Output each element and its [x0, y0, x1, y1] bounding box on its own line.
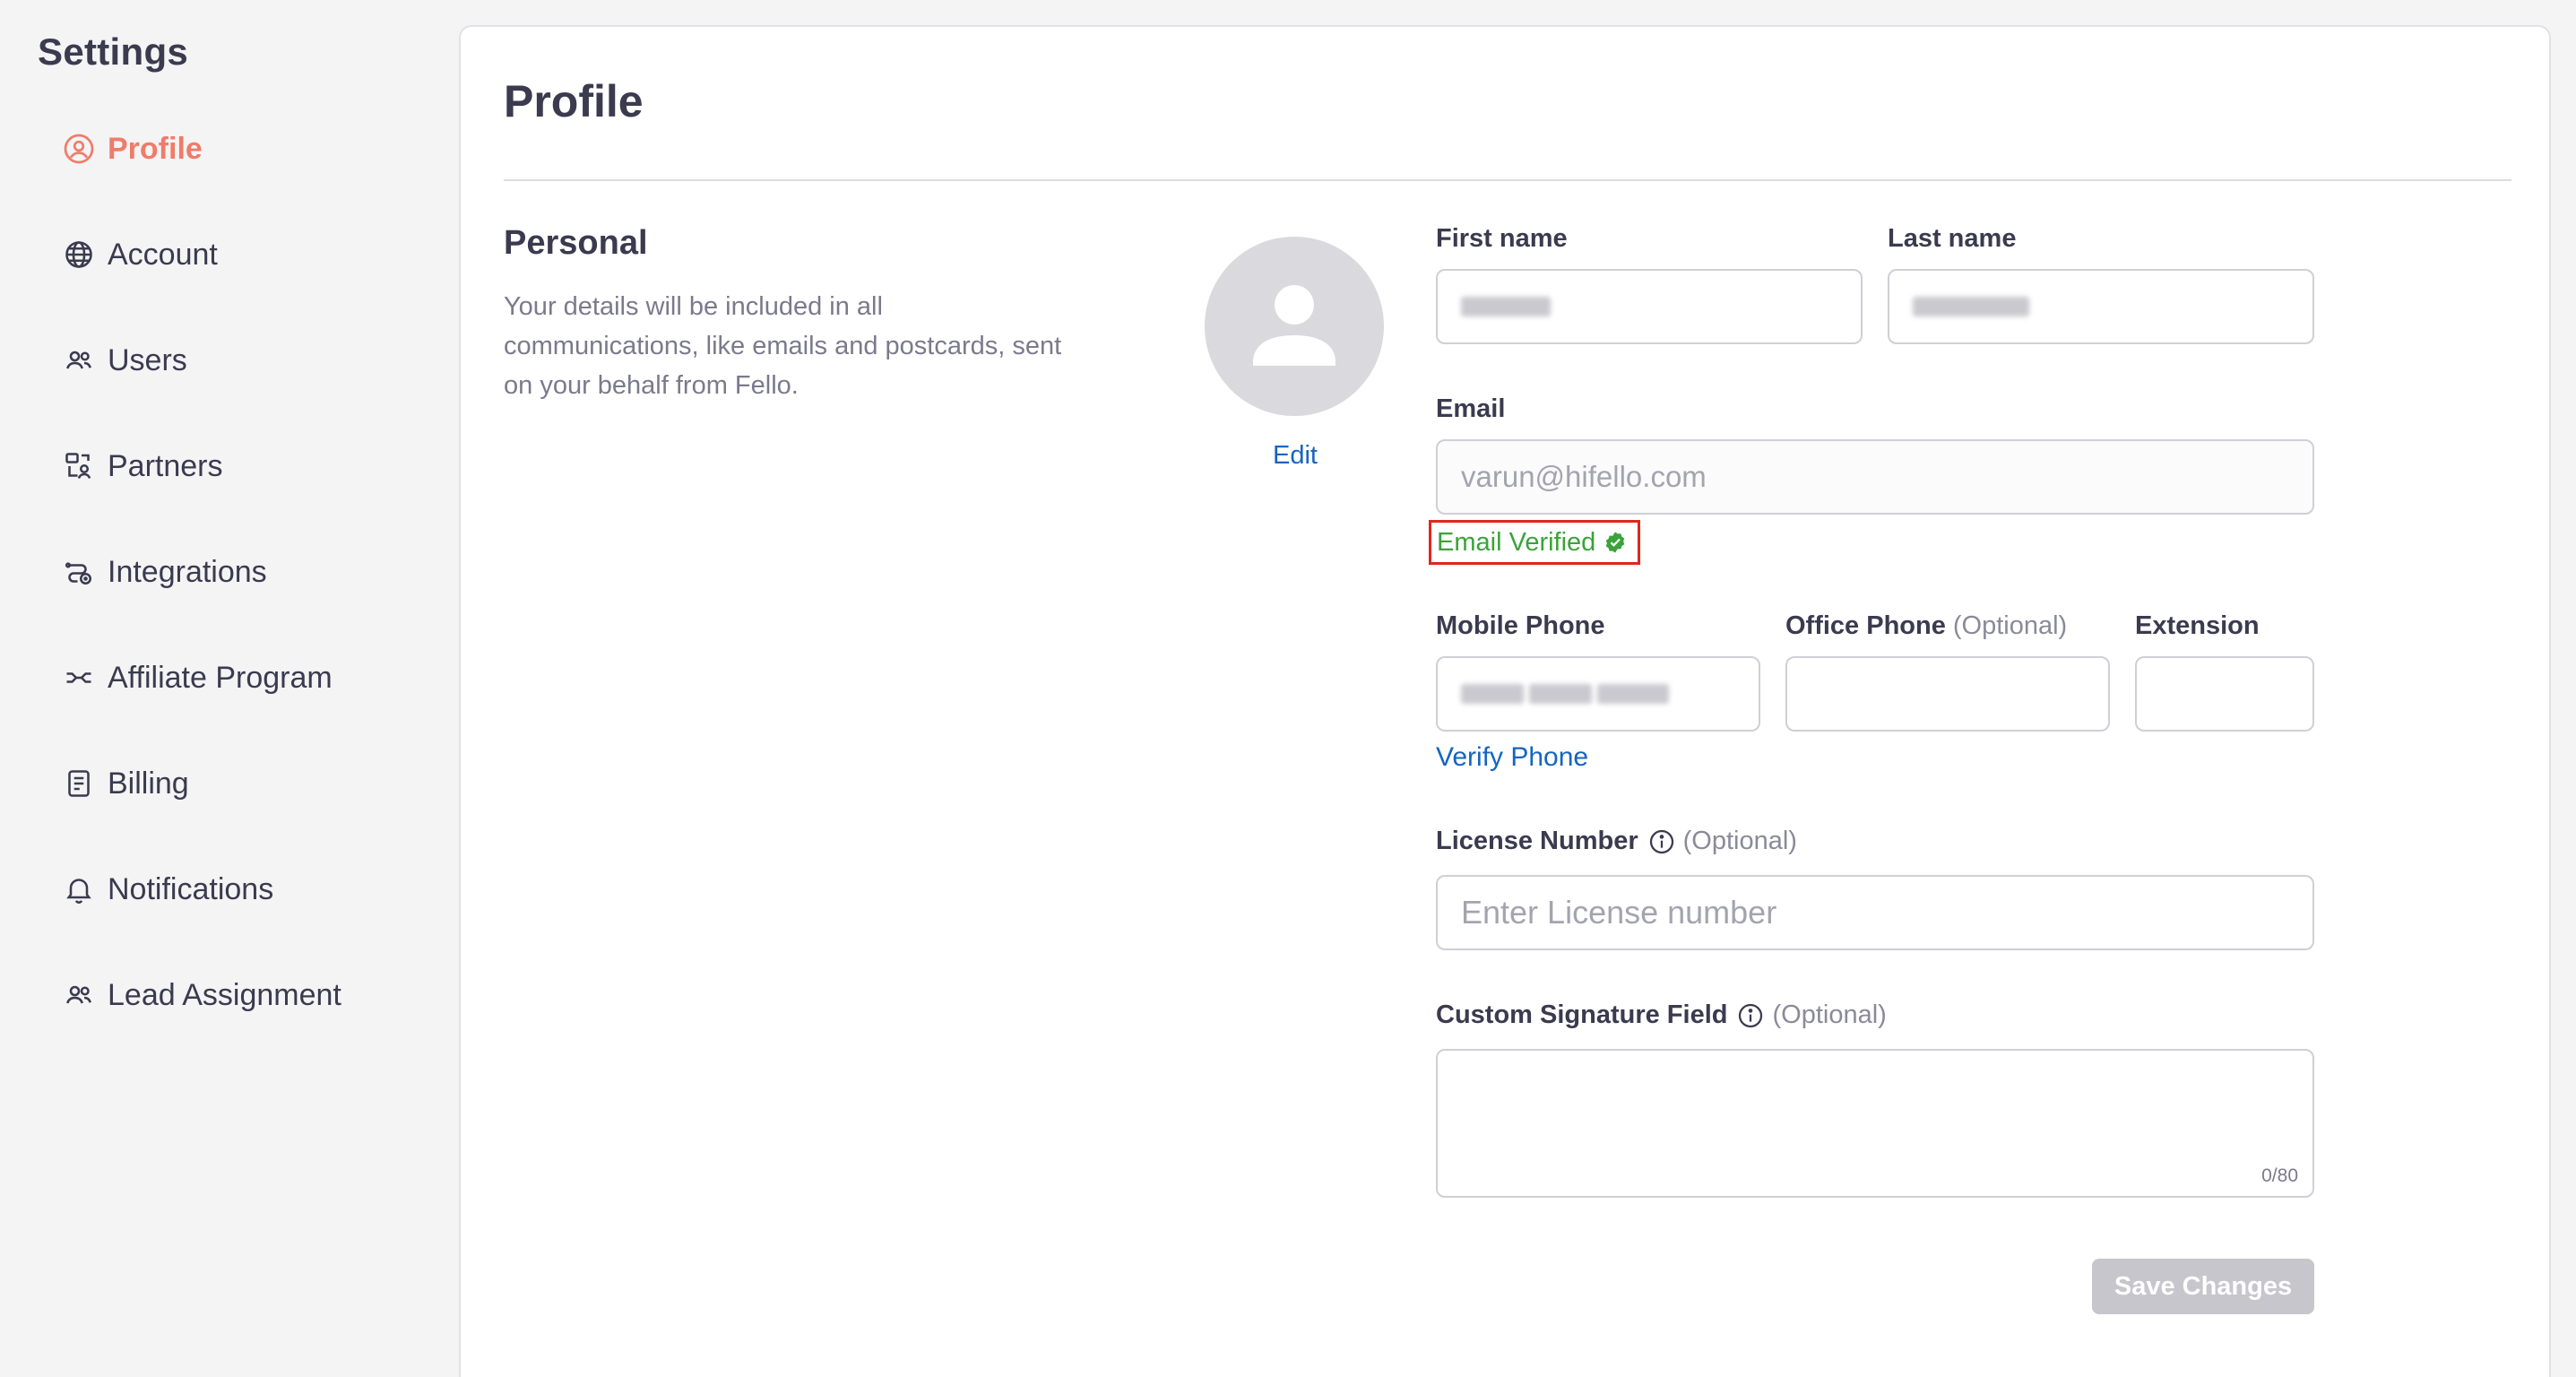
sidebar-item-label: Profile — [108, 131, 203, 166]
optional-tag: (Optional) — [1772, 1000, 1887, 1029]
redacted-value — [1461, 297, 1551, 316]
page-title: Profile — [504, 76, 644, 126]
sidebar-item-users[interactable]: Users — [63, 333, 187, 387]
sidebar-item-label: Notifications — [108, 871, 274, 906]
info-icon[interactable] — [1647, 827, 1676, 856]
section-title: Personal — [504, 224, 648, 262]
affiliate-icon — [63, 662, 95, 694]
license-number-label-text: License Number — [1436, 827, 1638, 855]
sidebar-item-label: Users — [108, 342, 187, 377]
section-description: Your details will be included in all com… — [504, 292, 1062, 400]
verify-phone-link[interactable]: Verify Phone — [1436, 742, 1588, 773]
sidebar-item-partners[interactable]: Partners — [63, 439, 223, 493]
character-counter: 0/80 — [2261, 1165, 2298, 1186]
sidebar-item-label: Integrations — [108, 554, 267, 589]
sidebar-item-lead-assignment[interactable]: Lead Assignment — [63, 968, 341, 1022]
email-verified-badge: Email Verified — [1429, 520, 1640, 565]
email-verified-label: Email Verified — [1437, 527, 1596, 557]
email-value: varun@hifello.com — [1461, 460, 1707, 493]
partners-icon — [63, 450, 95, 482]
license-placeholder: Enter License number — [1461, 894, 1777, 931]
info-icon[interactable] — [1736, 1001, 1765, 1030]
sidebar-item-integrations[interactable]: Integrations — [63, 545, 267, 599]
verified-check-icon — [1606, 532, 1625, 553]
sidebar-title: Settings — [38, 30, 189, 73]
sidebar-item-label: Billing — [108, 766, 189, 801]
sidebar-item-profile[interactable]: Profile — [63, 122, 203, 176]
avatar-edit-link[interactable]: Edit — [1273, 441, 1318, 471]
user-circle-icon — [63, 133, 95, 165]
extension-label: Extension — [2135, 611, 2260, 640]
billing-icon — [63, 767, 95, 800]
sidebar-item-billing[interactable]: Billing — [63, 757, 189, 810]
custom-signature-label-text: Custom Signature Field — [1436, 1000, 1728, 1029]
extension-input[interactable] — [2135, 656, 2314, 732]
custom-signature-textarea[interactable]: 0/80 — [1436, 1049, 2314, 1198]
custom-signature-label: Custom Signature Field (Optional) — [1436, 1000, 1887, 1030]
last-name-input[interactable] — [1888, 269, 2314, 344]
office-phone-label-text: Office Phone — [1785, 611, 1946, 640]
divider — [504, 179, 2511, 181]
sidebar-item-label: Partners — [108, 448, 223, 483]
first-name-label: First name — [1436, 224, 1568, 253]
globe-icon — [63, 238, 95, 271]
redacted-value — [1913, 297, 2029, 316]
optional-tag: (Optional) — [1682, 827, 1797, 855]
users-icon — [63, 979, 95, 1011]
optional-tag: (Optional) — [1952, 611, 2068, 640]
office-phone-label: Office Phone (Optional) — [1785, 611, 2067, 641]
mobile-phone-input[interactable] — [1436, 656, 1760, 732]
settings-sidebar: Settings Profile Account Users Partners … — [0, 0, 457, 1377]
sidebar-item-label: Account — [108, 237, 218, 272]
sidebar-item-account[interactable]: Account — [63, 228, 218, 281]
office-phone-input[interactable] — [1785, 656, 2110, 732]
integrations-icon — [63, 556, 95, 588]
sidebar-item-affiliate-program[interactable]: Affiliate Program — [63, 651, 333, 705]
last-name-label: Last name — [1888, 224, 2017, 253]
mobile-phone-label: Mobile Phone — [1436, 611, 1605, 640]
avatar[interactable] — [1205, 237, 1384, 416]
sidebar-item-notifications[interactable]: Notifications — [63, 862, 273, 916]
email-field[interactable]: varun@hifello.com — [1436, 439, 2314, 515]
email-label: Email — [1436, 394, 1506, 423]
license-number-label: License Number (Optional) — [1436, 827, 1797, 856]
user-placeholder-icon — [1253, 285, 1336, 366]
redacted-value — [1461, 684, 1669, 704]
first-name-input[interactable] — [1436, 269, 1863, 344]
users-icon — [63, 344, 95, 377]
save-changes-button[interactable]: Save Changes — [2092, 1259, 2314, 1314]
sidebar-item-label: Affiliate Program — [108, 660, 333, 695]
bell-icon — [63, 873, 95, 905]
license-number-input[interactable]: Enter License number — [1436, 875, 2314, 950]
sidebar-item-label: Lead Assignment — [108, 977, 341, 1012]
